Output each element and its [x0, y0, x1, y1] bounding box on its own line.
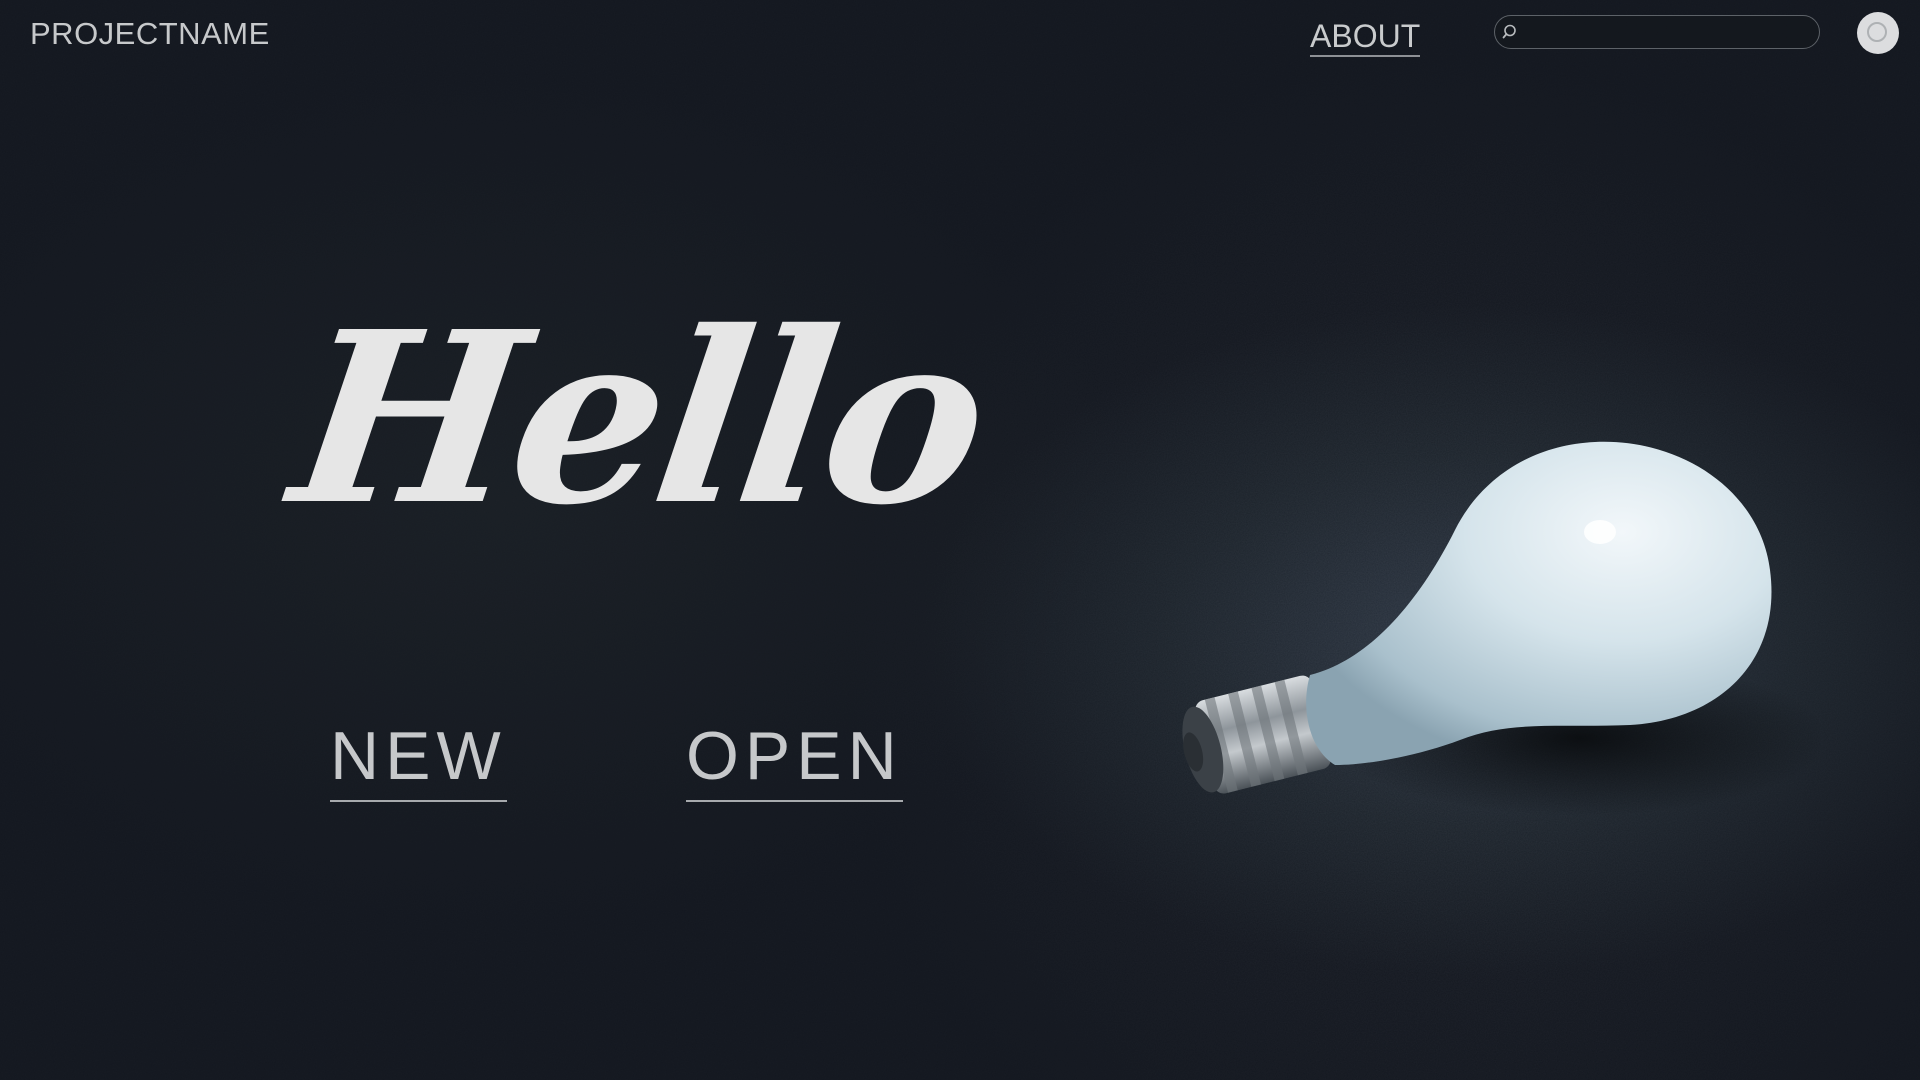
search-box[interactable] [1494, 15, 1820, 49]
new-button[interactable]: NEW [330, 722, 507, 802]
hero-title: Hello [279, 279, 998, 557]
brand-logo-text[interactable]: PROJECTNAME [30, 16, 270, 52]
open-button[interactable]: OPEN [686, 722, 903, 802]
avatar-ring [1867, 22, 1887, 42]
user-avatar-icon[interactable] [1857, 12, 1899, 54]
light-bulb-image [1182, 441, 1820, 816]
page: PROJECTNAME ABOUT Hello NEW OPEN [0, 0, 1920, 1080]
nav-about-link[interactable]: ABOUT [1310, 18, 1421, 57]
bulb-highlight [1584, 520, 1616, 544]
search-input[interactable] [1527, 19, 1811, 47]
search-icon [1502, 24, 1516, 39]
